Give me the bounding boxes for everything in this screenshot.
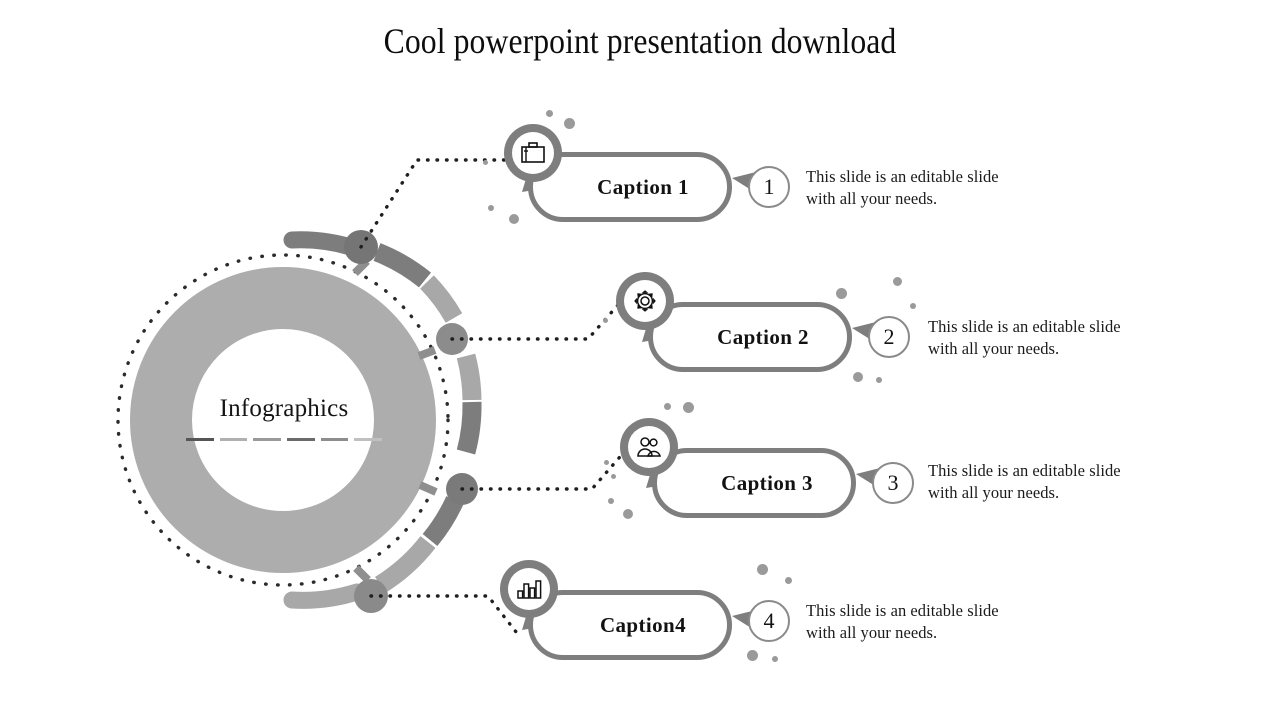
decor-dot [546,110,553,117]
decor-dot [488,205,494,211]
hub-rule [186,438,383,442]
number-label-4: 4 [763,608,775,633]
decor-dot [623,509,633,519]
decor-dot [564,118,575,129]
decor-dot [604,460,609,465]
arc-segment-2-light [420,275,463,323]
arc-segment-5-dark [422,495,464,547]
description-1: This slide is an editable slide with all… [806,167,999,208]
hub-label: Infographics [219,395,349,422]
arc-segment-6-light [374,536,436,594]
arc-segment-1-dark [373,243,431,288]
arc-tick-3 [418,481,438,496]
slide-canvas: Cool powerpoint presentation download In… [0,0,1280,720]
caption-pill-4[interactable]: Caption4 [528,590,732,660]
bar-chart-icon [508,568,550,610]
number-label-3: 3 [887,470,899,495]
gear-icon [624,280,666,322]
number-badge-1[interactable]: 1 [748,166,790,208]
decor-dot [664,403,671,410]
decor-dot [893,277,902,286]
caption-label-3: Caption 3 [721,470,813,495]
leader-line-1 [359,158,507,249]
decor-dot [603,318,608,323]
number-badge-4[interactable]: 4 [748,600,790,642]
decor-dot [608,498,614,504]
description-4: This slide is an editable slide with all… [806,601,999,642]
marker-pin-2[interactable] [616,272,674,330]
briefcase-icon [512,132,554,174]
marker-pin-3[interactable] [620,418,678,476]
arc-stub-bottom [283,583,366,609]
decor-dot [747,650,758,661]
caption-label-4: Caption4 [599,612,687,637]
marker-pin-1[interactable] [504,124,562,182]
decor-dot [836,288,847,299]
number-badge-3[interactable]: 3 [872,462,914,504]
decor-dot [509,214,519,224]
decor-dot [853,372,863,382]
leader-line-3 [460,441,634,491]
caption-label-1: Caption 1 [597,174,689,199]
decor-dot [483,160,488,165]
users-icon [628,426,670,468]
caption-pill-3[interactable]: Caption 3 [652,448,856,518]
arc-segment-3-light [456,353,482,401]
decor-dot [910,303,916,309]
caption-pill-2[interactable]: Caption 2 [648,302,852,372]
arc-segment-4-dark [456,401,482,455]
caption-label-2: Caption 2 [717,324,809,349]
arc-tick-4 [353,565,371,583]
arc-tick-2 [417,346,437,360]
description-2: This slide is an editable slide with all… [928,317,1121,358]
number-badge-2[interactable]: 2 [868,316,910,358]
description-3: This slide is an editable slide with all… [928,461,1121,502]
leader-line-2 [450,295,627,341]
decor-dot [757,564,768,575]
decor-dot [683,402,694,413]
marker-pin-4[interactable] [500,560,558,618]
number-label-1: 1 [763,174,775,199]
number-label-2: 2 [883,324,895,349]
decor-dot [876,377,882,383]
decor-dot [611,474,616,479]
decor-dot [785,577,792,584]
decor-dot [772,656,778,662]
